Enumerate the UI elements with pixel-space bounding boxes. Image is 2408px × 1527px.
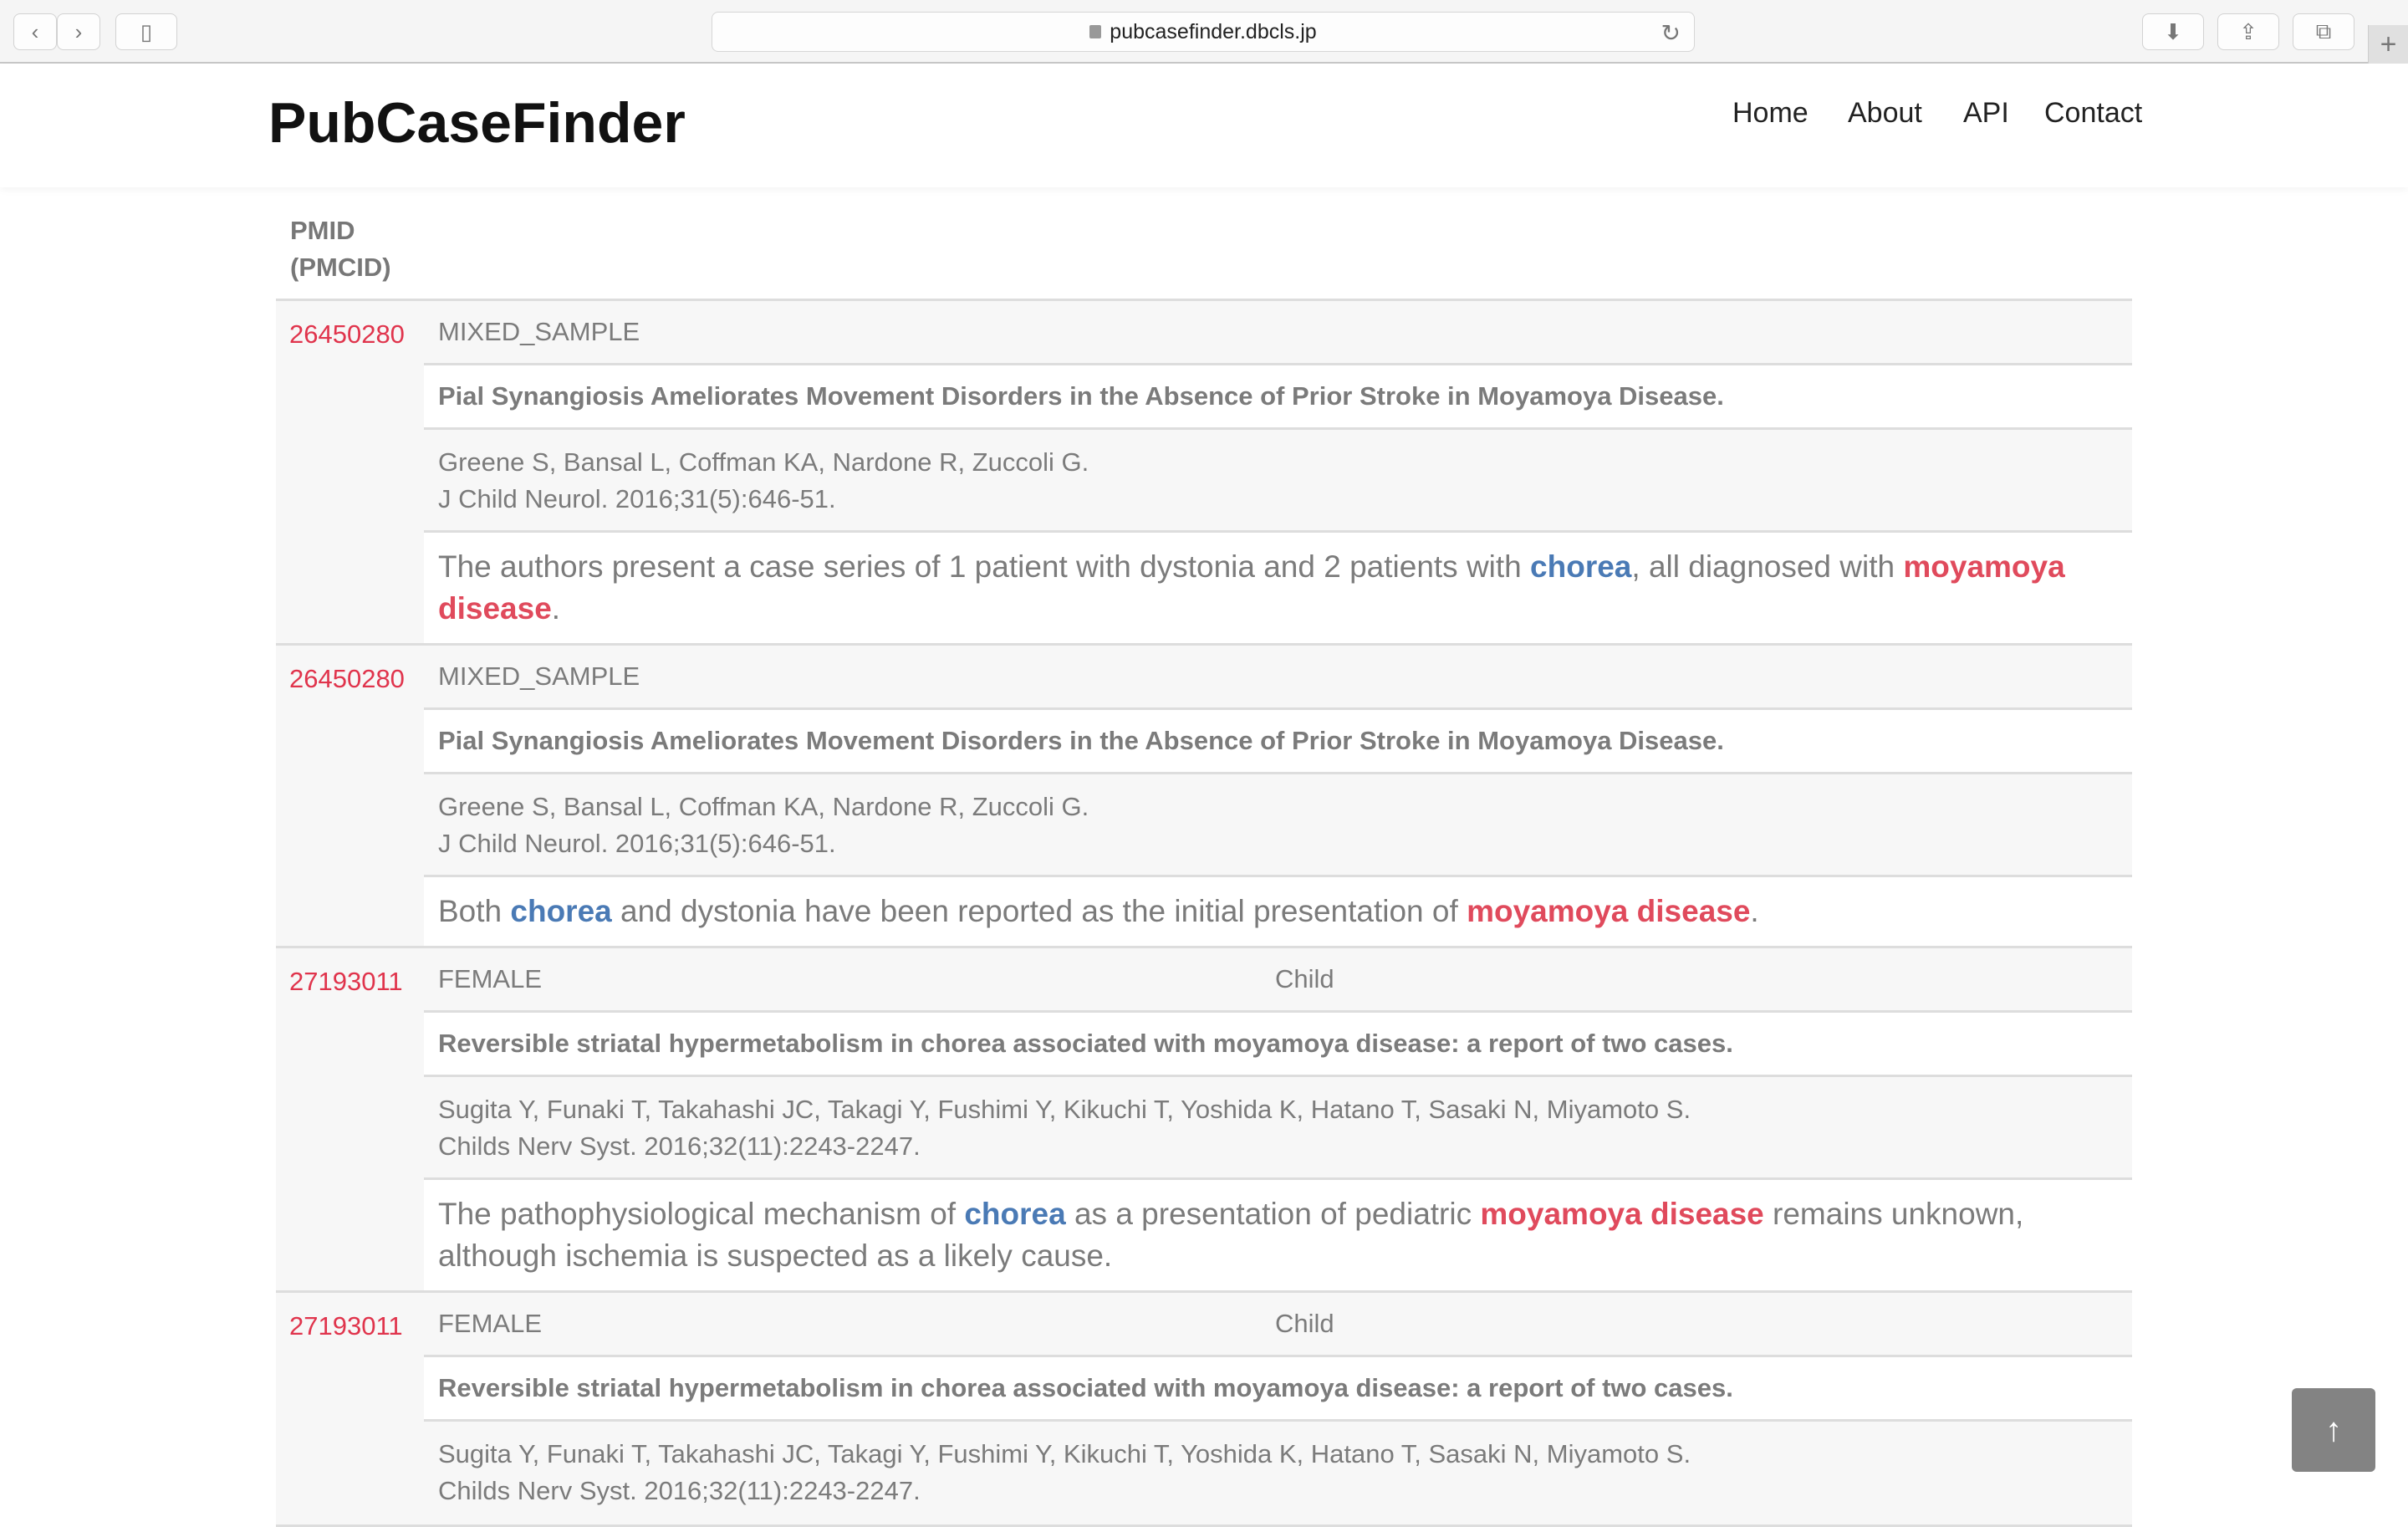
- sidebar-button[interactable]: ▯: [115, 13, 177, 50]
- share-button[interactable]: ⇪: [2217, 13, 2279, 50]
- journal: J Child Neurol. 2016;31(5):646-51.: [438, 829, 836, 858]
- article-title: Pial Synangiosis Ameliorates Movement Di…: [424, 710, 2132, 774]
- result-entry: 26450280 MIXED_SAMPLE Pial Synangiosis Ame…: [276, 646, 2132, 948]
- sample-category: MIXED_SAMPLE: [438, 661, 640, 691]
- authors: Greene S, Bansal L, Coffman KA, Nardone …: [438, 447, 1089, 477]
- forward-button[interactable]: ›: [57, 13, 100, 50]
- nav-about[interactable]: About: [1848, 97, 1922, 130]
- pmid-header: PMID: [290, 216, 355, 245]
- category-row: MIXED_SAMPLE: [424, 301, 2132, 365]
- pmid-link[interactable]: 26450280: [276, 301, 424, 643]
- journal: J Child Neurol. 2016;31(5):646-51.: [438, 484, 836, 513]
- evidence-sentence: The authors present a case series of 1 p…: [424, 533, 2132, 643]
- downloads-button[interactable]: ⬇: [2142, 13, 2204, 50]
- sample-category: FEMALE: [438, 964, 543, 993]
- citation-row: Greene S, Bansal L, Coffman KA, Nardone …: [424, 774, 2132, 877]
- address-bar[interactable]: pubcasefinder.dbcls.jp ↻: [712, 12, 1695, 52]
- disease-highlight: moyamoya disease: [1467, 894, 1751, 928]
- back-to-top-button[interactable]: ↑: [2292, 1388, 2375, 1472]
- nav-api[interactable]: API: [1963, 97, 2009, 130]
- phenotype-highlight: chorea: [1530, 549, 1632, 584]
- browser-toolbar: ‹ › ▯ pubcasefinder.dbcls.jp ↻ ⬇ ⇪ ⧉ +: [0, 0, 2408, 64]
- result-entry: 26450280 MIXED_SAMPLE Pial Synangiosis Ame…: [276, 301, 2132, 646]
- new-tab-button[interactable]: +: [2368, 25, 2408, 64]
- sample-category: MIXED_SAMPLE: [438, 317, 640, 346]
- entry-cells: MIXED_SAMPLE Pial Synangiosis Ameliorates…: [424, 301, 2132, 643]
- journal: Childs Nerv Syst. 2016;32(11):2243-2247.: [438, 1476, 921, 1505]
- lock-icon: [1089, 25, 1102, 38]
- results-table: PMID (PMCID) 26450280 MIXED_SAMPLE Pial Sy…: [276, 201, 2132, 1527]
- sentence-text: , all diagnosed with: [1631, 549, 1904, 584]
- sentence-text: The pathophysiological mechanism of: [438, 1197, 965, 1231]
- nav-contact[interactable]: Contact: [2044, 97, 2142, 130]
- disease-highlight: moyamoya disease: [1480, 1197, 1764, 1231]
- article-title: Reversible striatal hypermetabolism in c…: [424, 1013, 2132, 1077]
- evidence-sentence: Both chorea and dystonia have been repor…: [424, 877, 2132, 946]
- arrow-up-icon: ↑: [2325, 1411, 2342, 1448]
- journal: Childs Nerv Syst. 2016;32(11):2243-2247.: [438, 1131, 921, 1161]
- result-entry: 27193011 FEMALE Child Reversible striatal h…: [276, 1293, 2132, 1527]
- sentence-text: and dystonia have been reported as the i…: [611, 894, 1467, 928]
- tabs-button[interactable]: ⧉: [2293, 13, 2354, 50]
- category-row: MIXED_SAMPLE: [424, 646, 2132, 710]
- authors: Sugita Y, Funaki T, Takahashi JC, Takagi…: [438, 1439, 1691, 1468]
- sidebar-icon: ▯: [140, 18, 153, 44]
- citation-row: Sugita Y, Funaki T, Takahashi JC, Takagi…: [424, 1077, 2132, 1180]
- article-title: Reversible striatal hypermetabolism in c…: [424, 1357, 2132, 1422]
- plus-icon: +: [2380, 28, 2397, 60]
- article-title: Pial Synangiosis Ameliorates Movement Di…: [424, 365, 2132, 430]
- tabs-icon: ⧉: [2315, 18, 2332, 43]
- share-icon: ⇪: [2239, 18, 2258, 44]
- site-header: PubCaseFinder Home About API Contact: [0, 64, 2408, 187]
- reload-icon[interactable]: ↻: [1661, 19, 1681, 47]
- download-icon: ⬇: [2164, 18, 2182, 44]
- entry-cells: MIXED_SAMPLE Pial Synangiosis Ameliorates…: [424, 646, 2132, 946]
- pmid-link[interactable]: 26450280: [276, 646, 424, 946]
- authors: Greene S, Bansal L, Coffman KA, Nardone …: [438, 792, 1089, 821]
- category-row: FEMALE Child: [424, 948, 2132, 1013]
- age-group: Child: [1275, 964, 1334, 993]
- authors: Sugita Y, Funaki T, Takahashi JC, Takagi…: [438, 1095, 1691, 1124]
- citation-row: Sugita Y, Funaki T, Takahashi JC, Takagi…: [424, 1422, 2132, 1524]
- category-row: FEMALE Child: [424, 1293, 2132, 1357]
- site-logo[interactable]: PubCaseFinder: [268, 90, 686, 156]
- pmid-link[interactable]: 27193011: [276, 1293, 424, 1524]
- url-text: pubcasefinder.dbcls.jp: [1110, 19, 1317, 43]
- chevron-left-icon: ‹: [31, 18, 39, 44]
- sample-category: FEMALE: [438, 1309, 543, 1338]
- entry-cells: FEMALE Child Reversible striatal hypermeta…: [424, 948, 2132, 1290]
- sentence-text: .: [551, 591, 561, 626]
- table-header: PMID (PMCID): [276, 201, 2132, 301]
- sentence-text: as a presentation of pediatric: [1065, 1197, 1481, 1231]
- nav-home[interactable]: Home: [1732, 97, 1809, 130]
- evidence-sentence: The pathophysiological mechanism of chor…: [424, 1180, 2132, 1290]
- sentence-text: The authors present a case series of 1 p…: [438, 549, 1531, 584]
- chevron-right-icon: ›: [74, 18, 83, 44]
- phenotype-highlight: chorea: [510, 894, 612, 928]
- back-button[interactable]: ‹: [13, 13, 57, 50]
- pmcid-header: (PMCID): [290, 253, 391, 282]
- results-body: 26450280 MIXED_SAMPLE Pial Synangiosis Ame…: [276, 301, 2132, 1527]
- age-group: Child: [1275, 1309, 1334, 1338]
- sentence-text: .: [1750, 894, 1759, 928]
- citation-row: Greene S, Bansal L, Coffman KA, Nardone …: [424, 430, 2132, 533]
- phenotype-highlight: chorea: [964, 1197, 1066, 1231]
- result-entry: 27193011 FEMALE Child Reversible striatal h…: [276, 948, 2132, 1293]
- sentence-text: Both: [438, 894, 511, 928]
- entry-cells: FEMALE Child Reversible striatal hypermeta…: [424, 1293, 2132, 1524]
- pmid-link[interactable]: 27193011: [276, 948, 424, 1290]
